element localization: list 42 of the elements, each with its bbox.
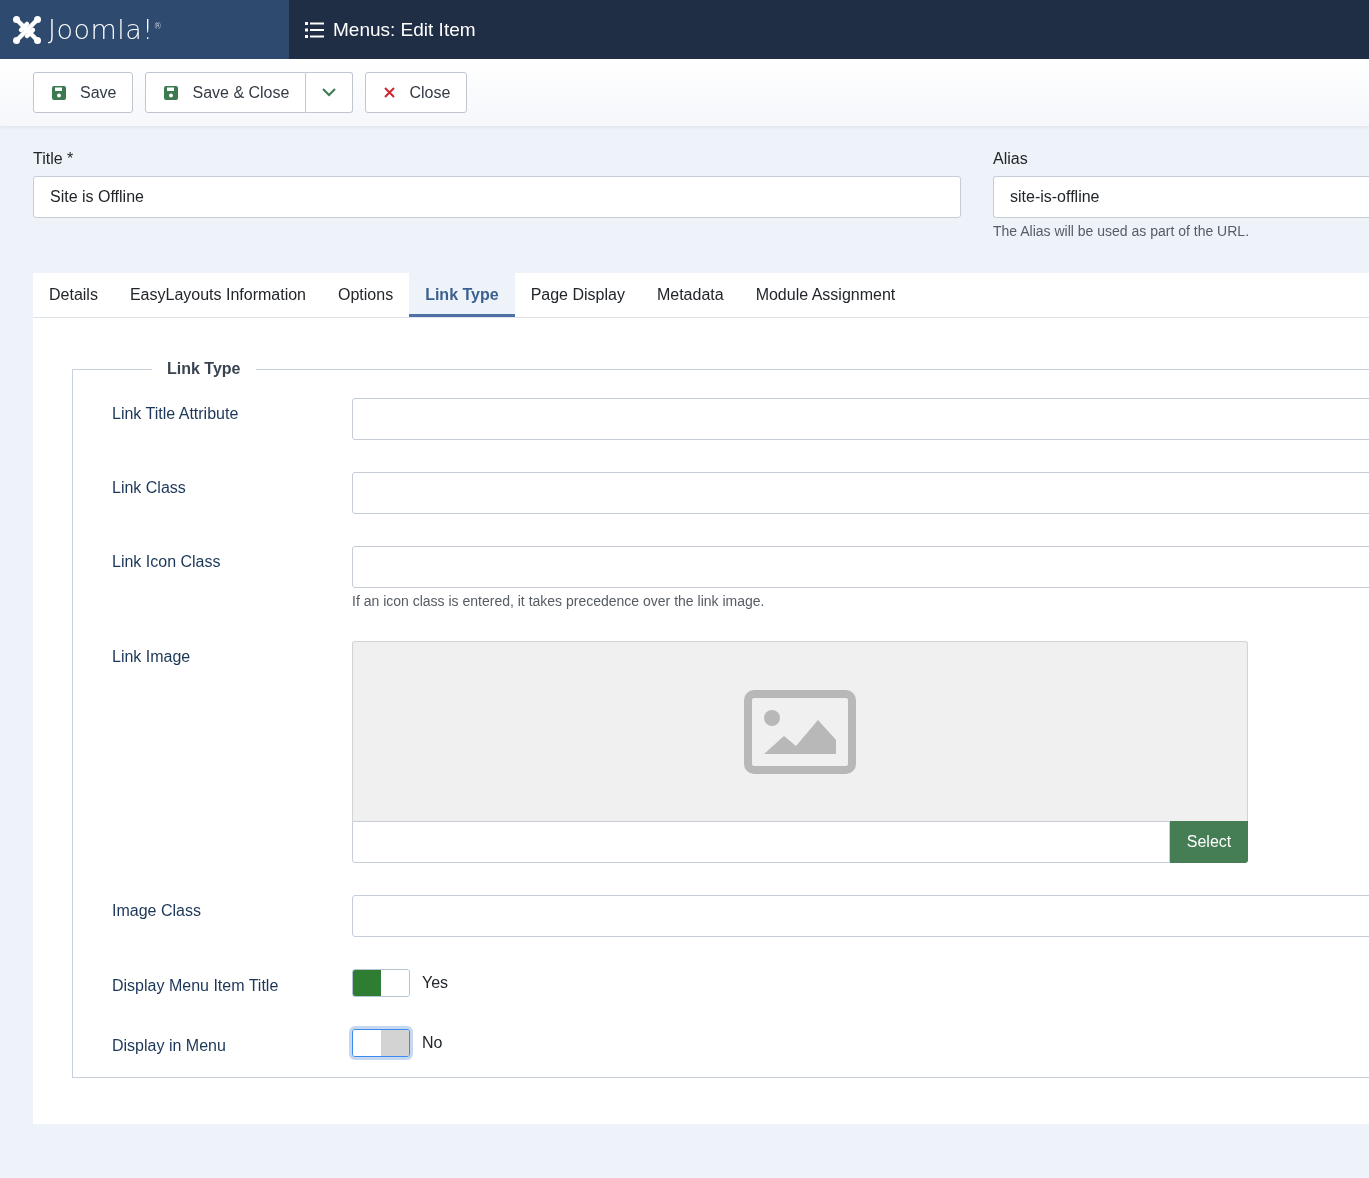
tab[interactable]: Link Type [409, 273, 515, 317]
help-text: The Alias will be used as part of the URL. [993, 223, 1250, 239]
chevron-down-icon [322, 88, 337, 97]
brand-wordmark: Joomla!$^{®}$ [48, 14, 163, 45]
field-label: Link Image [112, 647, 191, 666]
input-field[interactable] [352, 398, 1369, 440]
field-label: Title * [33, 150, 74, 168]
title-field[interactable]: Site is Offline [33, 176, 961, 218]
field-label: Display in Menu [112, 1036, 226, 1055]
save-and-close-button[interactable]: Save & Close [145, 72, 307, 113]
toggle-switch[interactable] [352, 969, 410, 997]
list-icon [305, 21, 324, 38]
tab[interactable]: Metadata [640, 273, 740, 317]
fieldset-legend: Link Type [152, 360, 256, 378]
input-field[interactable] [352, 546, 1369, 588]
alias-field[interactable]: site-is-offline [993, 176, 1369, 218]
save-button[interactable]: Save [33, 72, 134, 113]
image-path-field[interactable] [352, 821, 1170, 863]
tab[interactable]: Details [33, 273, 114, 317]
page-title: Menus: Edit Item [333, 18, 476, 41]
image-placeholder-icon [744, 689, 856, 774]
close-button[interactable]: Close [365, 72, 468, 113]
tab[interactable]: Options [322, 273, 410, 317]
toggle-switch[interactable] [352, 1029, 410, 1057]
field-label: Alias [993, 150, 1028, 168]
input-field[interactable] [352, 895, 1369, 937]
toggle-label: Yes [422, 974, 449, 992]
input-field[interactable] [352, 472, 1369, 514]
field-label: Link Class [112, 478, 186, 497]
field-label: Display Menu Item Title [112, 976, 279, 995]
select-button[interactable]: Select [1170, 821, 1248, 863]
tab[interactable]: EasyLayouts Information [113, 273, 322, 317]
dropdown-toggle[interactable] [306, 72, 354, 113]
logo-icon [12, 14, 42, 45]
close-icon [384, 87, 396, 98]
help-text: If an icon class is entered, it takes precedence over the link image. [352, 593, 765, 609]
toggle-label: No [422, 1034, 443, 1052]
tab[interactable]: Module Assignment [739, 273, 912, 317]
field-label: Image Class [112, 901, 201, 920]
field-label: Link Title Attribute [112, 404, 239, 423]
field-label: Link Icon Class [112, 552, 221, 571]
tab[interactable]: Page Display [514, 273, 641, 317]
